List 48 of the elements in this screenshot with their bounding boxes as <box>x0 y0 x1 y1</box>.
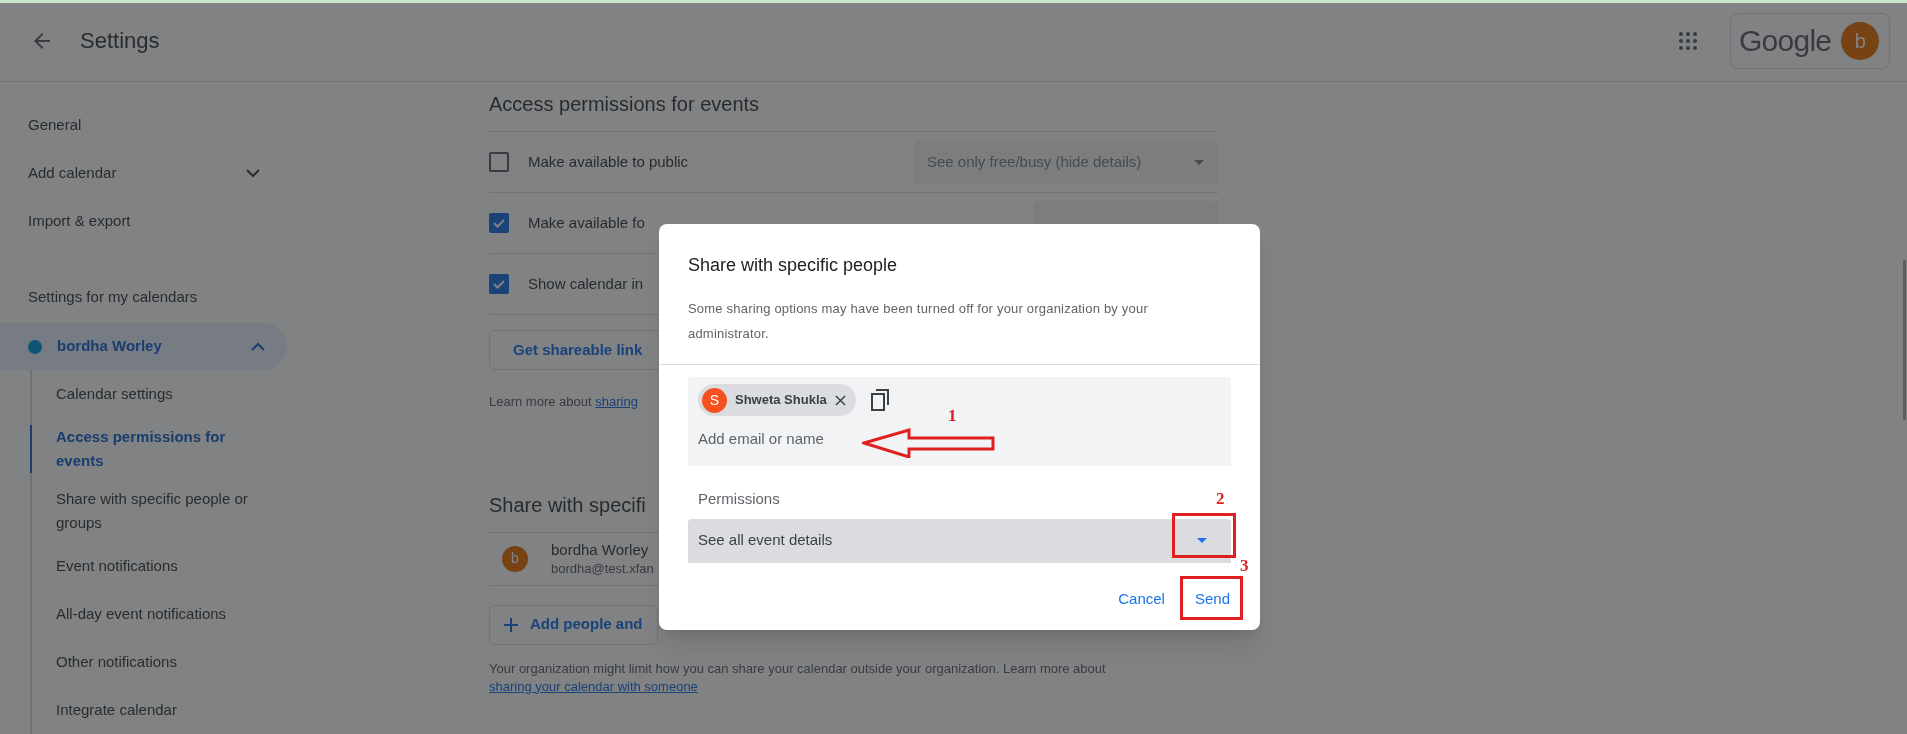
annotation-box <box>1172 513 1236 558</box>
calendar-item[interactable]: bordha Worley <box>0 323 287 370</box>
dialog-description: Some sharing options may have been turned off for your organization by your administrator. <box>688 300 1149 343</box>
section-title: Access permissions for events <box>489 90 1218 132</box>
dropdown-caret-icon <box>1194 159 1204 165</box>
sidebar-item[interactable]: General <box>0 101 300 149</box>
plus-icon <box>504 617 518 632</box>
option-label: Make available to public <box>528 151 690 172</box>
cancel-button[interactable]: Cancel <box>1106 579 1177 620</box>
option-label: Show calendar in <box>528 273 645 294</box>
chip-avatar: S <box>702 387 727 413</box>
close-icon[interactable] <box>834 394 846 406</box>
sidebar-item[interactable]: Import & export <box>0 197 300 245</box>
checkbox[interactable] <box>489 152 509 172</box>
annotation-box <box>1180 576 1243 620</box>
permissions-dropdown[interactable]: See all event details <box>688 518 1231 563</box>
sidebar-item[interactable]: Add calendar <box>0 149 300 197</box>
person-avatar: b <box>502 545 528 572</box>
sharing-link[interactable]: sharing <box>595 394 638 409</box>
add-people-button[interactable]: Add people and <box>489 604 658 645</box>
scrollbar[interactable] <box>1903 260 1906 420</box>
section-heading: Settings for my calendars <box>27 287 199 307</box>
person-chip[interactable]: S Shweta Shukla <box>698 384 856 416</box>
person-name: bordha Worley <box>551 540 650 560</box>
sidebar-subitem[interactable]: Share with specific people or groups <box>32 480 282 542</box>
sidebar-subitem[interactable]: Event notifications <box>32 542 282 590</box>
annotation-number: 3 <box>1240 556 1249 576</box>
checkbox[interactable] <box>489 213 509 233</box>
copy-icon[interactable] <box>869 389 890 411</box>
page-title: Settings <box>80 27 160 55</box>
sidebar-subitem[interactable]: All-day event notifications <box>32 590 282 638</box>
dropdown-caret-icon <box>1197 538 1207 543</box>
sidebar-subitem[interactable]: Calendar settings <box>32 370 282 418</box>
sidebar-subitem[interactable]: Integrate calendar <box>32 686 282 734</box>
person-email: bordha@test.xfan <box>551 560 654 577</box>
annotation-number: 2 <box>1216 489 1225 509</box>
footer-note: Your organization might limit how you can share your calendar outside your organization. Learn more about sharing your calendar with someone <box>489 659 1107 696</box>
account-button[interactable]: Google b <box>1730 12 1890 69</box>
annotation-number: 1 <box>948 406 957 426</box>
dialog-title: Share with specific people <box>688 254 898 276</box>
option-label: Make available fo <box>528 212 646 233</box>
apps-grid-icon[interactable] <box>1679 31 1697 50</box>
checkbox[interactable] <box>489 274 509 294</box>
send-button[interactable]: Send <box>1182 579 1242 620</box>
sidebar-subitem[interactable]: Access permissions for events <box>32 418 282 480</box>
sharing-help-link[interactable]: sharing your calendar with someone <box>489 678 698 694</box>
permissions-label: Permissions <box>698 489 780 509</box>
sidebar-subitem[interactable]: Other notifications <box>32 638 282 686</box>
